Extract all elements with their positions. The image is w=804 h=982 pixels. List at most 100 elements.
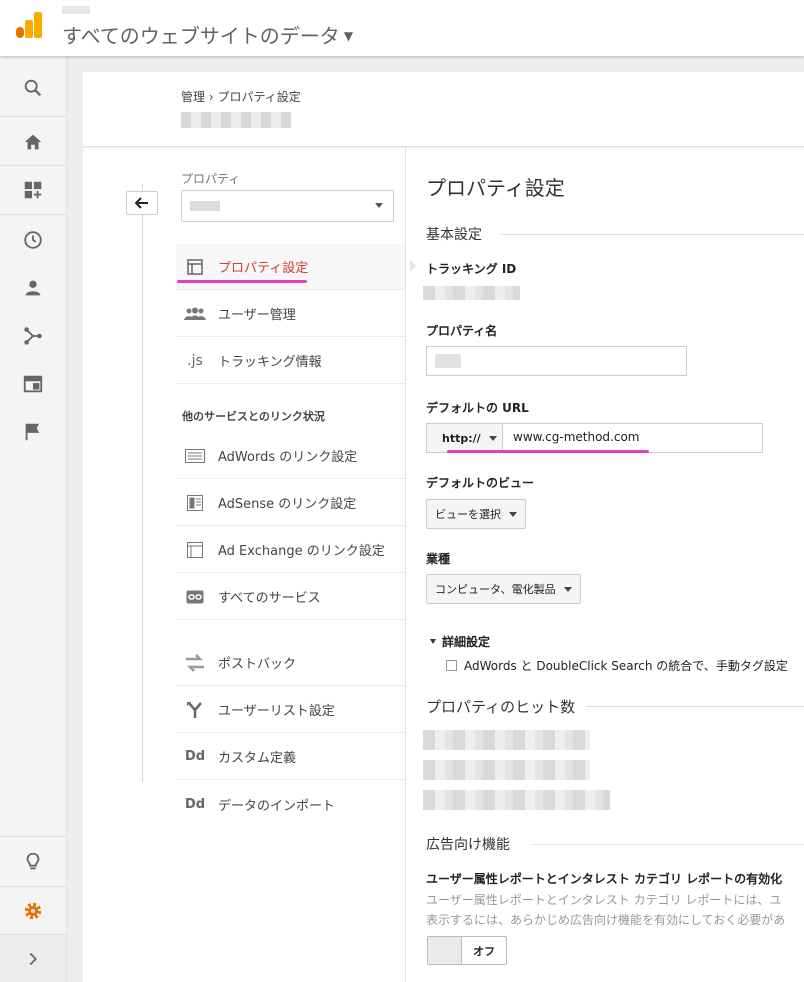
property-select[interactable] [181,190,394,222]
acquisition-icon[interactable] [0,312,66,360]
section-rule [501,234,804,235]
dashboard-add-icon[interactable] [0,166,66,214]
demographics-desc-2: 表示するには、あらかじめ広告向け機能を有効にしておく必要があ [426,913,786,927]
menu-item-custom-definitions[interactable]: Dd カスタム定義 [176,734,406,780]
demographics-title: ユーザー属性レポートとインタレスト カテゴリ レポートの有効化 [426,872,783,886]
home-icon[interactable] [0,118,66,166]
flag-icon[interactable] [0,408,66,456]
tracking-id-redacted [423,286,520,300]
breadcrumb-root[interactable]: 管理 [181,90,205,104]
dd-icon: Dd [184,749,206,764]
breadcrumb: 管理 › プロパティ設定 [181,88,301,105]
menu-item-data-import[interactable]: Dd データのインポート [176,781,406,827]
industry-value: コンピュータ、電化製品 [435,583,556,596]
menu-item-label: トラッキング情報 [218,355,322,370]
admin-header-card: 管理 › プロパティ設定 [83,72,804,147]
person-icon[interactable] [0,264,66,312]
dropdown-arrow-icon [509,511,517,517]
advanced-settings-label: 詳細設定 [442,635,491,649]
default-url-input[interactable]: www.cg-method.com [513,430,640,444]
adwords-icon [184,445,206,467]
menu-item-property-settings[interactable]: プロパティ設定 [176,244,416,290]
menu-item-postback[interactable]: ポストバック [176,640,406,686]
property-name-input[interactable] [426,346,687,376]
menu-item-adsense-linking[interactable]: AdSense のリンク設定 [176,480,406,526]
left-nav [0,56,67,982]
highlight-underline [447,450,649,453]
menu-item-label: ユーザーリスト設定 [218,704,335,719]
section-rule [586,706,804,707]
lightbulb-icon[interactable] [0,838,66,886]
dd-icon: Dd [184,796,206,812]
property-column-label: プロパティ [181,172,241,186]
chevron-right-icon[interactable] [0,935,66,982]
tracking-id-label: トラッキング ID [426,262,517,276]
breadcrumb-current: プロパティ設定 [217,90,301,104]
back-button[interactable] [126,191,158,215]
breadcrumb-separator: › [208,90,214,104]
dropdown-arrow-icon [563,586,572,592]
demographics-desc-1: ユーザー属性レポートとインタレスト カテゴリ レポートには、ユ [426,893,782,907]
gear-icon[interactable] [0,887,66,935]
advertising-features-heading: 広告向け機能 [426,837,510,853]
menu-item-adexchange-linking[interactable]: Ad Exchange のリンク設定 [176,527,406,573]
advanced-settings-toggle[interactable]: 詳細設定 [430,633,490,650]
demographics-toggle[interactable]: オフ [427,936,507,965]
hits-line-redacted [423,760,590,780]
admin-main-card: プロパティ プロパティ設定 ユーザー管理 .js トラッキング情報 他のサービス… [83,148,804,982]
adexchange-icon [184,539,206,561]
toggle-knob [428,937,462,964]
behavior-icon[interactable] [0,360,66,408]
users-icon [184,303,206,325]
caret-down-icon: ▼ [343,29,354,43]
industry-dropdown[interactable]: コンピュータ、電化製品 [426,574,581,604]
menu-item-label: AdWords のリンク設定 [218,450,358,465]
fork-icon [184,699,206,721]
hits-line-redacted [423,790,610,810]
column-divider-line [142,184,143,782]
menu-item-all-products[interactable]: すべてのサービス [176,574,406,620]
default-view-button-label: ビューを選択 [435,508,501,521]
clock-icon[interactable] [0,216,66,264]
menu-item-user-management[interactable]: ユーザー管理 [176,291,406,337]
menu-item-label: すべてのサービス [218,591,321,606]
view-title: すべてのウェブサイトのデータ [62,24,340,48]
menu-item-user-list[interactable]: ユーザーリスト設定 [176,687,406,733]
menu-item-label: カスタム定義 [218,751,297,766]
property-name-redacted [435,354,461,368]
menu-item-label: ポストバック [218,657,297,672]
menu-item-label: AdSense のリンク設定 [218,497,357,512]
search-icon[interactable] [0,64,66,112]
selected-property-redacted [190,201,220,211]
linking-section-label: 他のサービスとのリンク状況 [182,410,325,423]
property-name-redacted [181,112,291,128]
property-hits-heading: プロパティのヒット数 [426,698,576,716]
settings-column-divider [405,148,406,982]
js-icon: .js [187,352,203,369]
industry-label: 業種 [426,552,451,566]
menu-item-adwords-linking[interactable]: AdWords のリンク設定 [176,433,406,479]
adsense-icon [184,492,206,514]
property-icon [184,256,206,278]
menu-item-tracking-info[interactable]: .js トラッキング情報 [176,338,406,384]
analytics-logo-icon[interactable] [16,12,42,38]
manual-tagging-checkbox[interactable] [446,660,457,671]
back-arrow-icon [135,197,148,209]
view-selector[interactable]: すべてのウェブサイトのデータ ▼ [62,20,353,49]
account-name-redacted [62,6,90,14]
basic-settings-heading: 基本設定 [426,227,482,243]
default-url-label: デフォルトの URL [426,401,529,415]
section-rule [531,844,804,845]
triangle-down-icon [430,639,436,644]
protocol-dropdown[interactable]: http:// [427,424,503,452]
manual-tagging-label: AdWords と DoubleClick Search の統合で、手動タグ設定 [464,659,788,673]
default-view-label: デフォルトのビュー [426,476,535,490]
menu-item-label: ユーザー管理 [218,308,296,323]
default-view-dropdown[interactable]: ビューを選択 [426,499,526,529]
menu-item-label: プロパティ設定 [218,261,309,276]
hits-line-redacted [423,730,590,750]
protocol-label: http:// [442,431,481,445]
page-title: プロパティ設定 [426,176,565,200]
top-bar: すべてのウェブサイトのデータ ▼ [0,0,804,56]
highlight-underline [177,280,307,283]
